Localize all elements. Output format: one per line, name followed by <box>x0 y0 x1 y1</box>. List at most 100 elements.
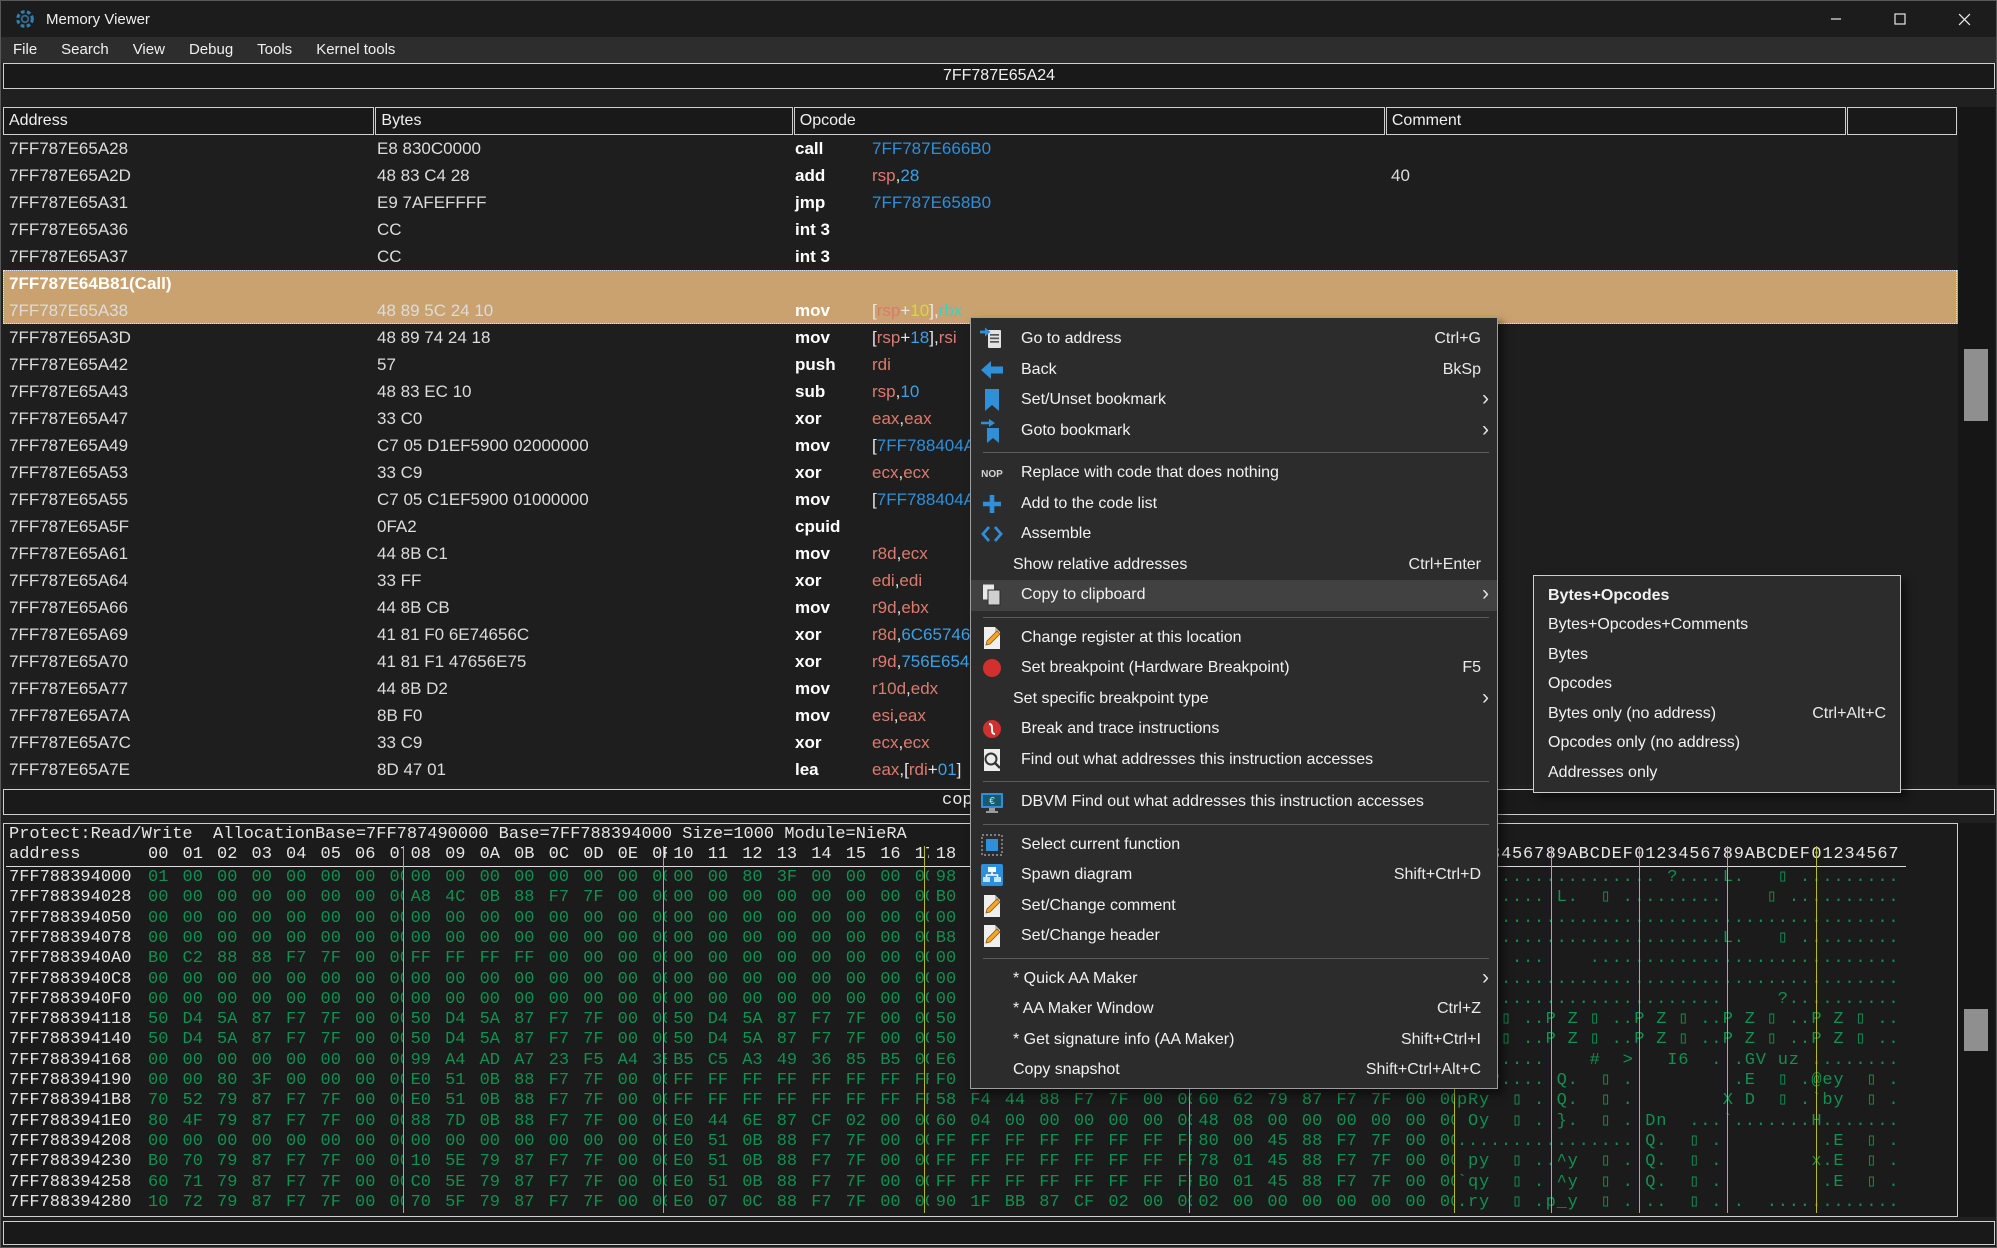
menubar-item-search[interactable]: Search <box>49 37 121 63</box>
hexview-bytes-group: 48 08 00 00 00 00 00 00 <box>1192 1112 1454 1132</box>
menu-item-shortcut: Ctrl+G <box>1434 330 1481 348</box>
hexview-bytes-group: 00 00 00 00 00 00 00 00 <box>142 909 404 929</box>
menu-item-show-relative-addresses[interactable]: Show relative addressesCtrl+Enter <box>971 550 1497 581</box>
column-header-opcode[interactable]: Opcode <box>794 107 1385 135</box>
hexview-ascii-group: ........ <box>1634 949 1723 969</box>
hexview-bytes-group: 00 00 00 00 00 00 00 00 <box>667 888 929 908</box>
menubar-item-view[interactable]: View <box>121 37 177 63</box>
menu-item-set-change-header[interactable]: Set/Change header <box>971 921 1497 952</box>
hexview-bytes-group: 90 1F BB 87 CF 02 00 00 <box>930 1193 1192 1213</box>
instruction-mnemonic: add <box>795 162 825 189</box>
menu-item-copy-to-clipboard[interactable]: Copy to clipboard› <box>971 580 1497 611</box>
instruction-mnemonic: mov <box>795 486 830 513</box>
hexview-scrollbar-thumb[interactable] <box>1964 1009 1988 1051</box>
instruction-address: 7FF787E65A7C <box>9 729 131 756</box>
hexview-bytes-group: E0 51 0B 88 F7 7F 00 00 <box>667 1152 929 1172</box>
hexview-scrollbar[interactable] <box>1958 823 1995 1217</box>
submenu-item-bytes-opcodes[interactable]: Bytes+Opcodes <box>1534 581 1900 611</box>
operand-token: r9d <box>872 598 897 617</box>
hexview-group-separator <box>663 846 664 1213</box>
instruction-bytes: 8B F0 <box>377 702 422 729</box>
operand-token: eax <box>872 409 899 428</box>
hexview-ascii-group: ........ <box>1634 929 1723 949</box>
menubar-item-file[interactable]: File <box>1 37 49 63</box>
hexview-ascii-group: ........ <box>1634 990 1723 1010</box>
column-header-extra[interactable] <box>1847 107 1957 135</box>
menubar-item-debug[interactable]: Debug <box>177 37 245 63</box>
operand-token: rsi <box>939 328 957 347</box>
instruction-bytes: 48 89 74 24 18 <box>377 324 490 351</box>
menu-item-add-to-the-code-list[interactable]: Add to the code list <box>971 489 1497 520</box>
menu-item-back[interactable]: BackBkSp <box>971 355 1497 386</box>
minimize-button[interactable] <box>1804 1 1868 37</box>
column-header-comment[interactable]: Comment <box>1386 107 1846 135</box>
hexview-row-address: 7FF788394028 <box>9 888 131 908</box>
menu-item-assemble[interactable]: Assemble <box>971 519 1497 550</box>
submenu-item-addresses-only[interactable]: Addresses only <box>1534 758 1900 788</box>
hexview-row[interactable]: 7FF78839420800 00 00 00 00 00 00 0000 00… <box>4 1132 1957 1152</box>
menu-item-label: Assemble <box>1021 525 1091 543</box>
menu-item-dbvm-find-out-what-addresses-this-instruction-accesses[interactable]: €DBVM Find out what addresses this instr… <box>971 787 1497 818</box>
menu-item-replace-with-code-that-does-nothing[interactable]: NOPReplace with code that does nothing <box>971 458 1497 489</box>
disassembly-function-header-row[interactable]: 7FF787E64B81(Call) <box>3 270 1958 297</box>
hexview-row[interactable]: 7FF7883941B870 52 79 87 F7 7F 00 00E0 51… <box>4 1091 1957 1111</box>
hexview-ascii-group: ........ <box>1811 929 1900 949</box>
menu-item-set-change-comment[interactable]: Set/Change comment <box>971 891 1497 922</box>
current-address-bar[interactable]: 7FF787E65A24 <box>3 63 1995 89</box>
operand-token: + <box>928 760 938 779</box>
submenu-item-bytes[interactable]: Bytes <box>1534 640 1900 670</box>
menu-item-copy-snapshot[interactable]: Copy snapshotShift+Ctrl+Alt+C <box>971 1055 1497 1086</box>
hexview-ascii-group <box>1723 1152 1812 1172</box>
disassembly-row[interactable]: 7FF787E65A2D48 83 C4 28addrsp,2840 <box>3 162 1958 189</box>
disassembler-scrollbar-thumb[interactable] <box>1964 349 1988 421</box>
hexview-ascii-group: ........ <box>1811 888 1900 908</box>
hexview-ascii-group <box>1634 1071 1723 1091</box>
operand-token: edx <box>911 679 938 698</box>
menu-item-go-to-address[interactable]: Go to addressCtrl+G <box>971 324 1497 355</box>
hexview-bytes-group: 00 00 80 3F 00 00 00 00 <box>667 868 929 888</box>
menu-item-shortcut: F5 <box>1462 659 1481 677</box>
hexview-row[interactable]: 7FF788394230B0 70 79 87 F7 7F 00 0010 5E… <box>4 1152 1957 1172</box>
submenu-item-opcodes-only-no-address[interactable]: Opcodes only (no address) <box>1534 729 1900 759</box>
hexview-ascii-group <box>1723 1173 1812 1193</box>
menu-item-set-specific-breakpoint-type[interactable]: Set specific breakpoint type› <box>971 684 1497 715</box>
column-header-address[interactable]: Address <box>3 107 374 135</box>
disassembly-row[interactable]: 7FF787E65A31E9 7AFEFFFFjmp7FF787E658B0 <box>3 189 1958 216</box>
menu-item-shortcut: BkSp <box>1443 361 1481 379</box>
hexview-row[interactable]: 7FF78839425860 71 79 87 F7 7F 00 00C0 5E… <box>4 1173 1957 1193</box>
operand-token: 6C65746 <box>901 625 970 644</box>
disassembly-row[interactable]: 7FF787E65A28E8 830C0000call7FF787E666B0 <box>3 135 1958 162</box>
menu-item-quick-aa-maker[interactable]: * Quick AA Maker› <box>971 964 1497 995</box>
hexview-row[interactable]: 7FF78839428010 72 79 87 F7 7F 00 0070 5F… <box>4 1193 1957 1213</box>
disassembly-row[interactable]: 7FF787E65A37CCint 3 <box>3 243 1958 270</box>
column-header-bytes[interactable]: Bytes <box>375 107 792 135</box>
hexview-ascii-group: ........ <box>1546 868 1635 888</box>
maximize-button[interactable] <box>1868 1 1932 37</box>
menu-item-spawn-diagram[interactable]: Spawn diagramShift+Ctrl+D <box>971 860 1497 891</box>
close-button[interactable] <box>1932 1 1996 37</box>
menubar-item-kernel-tools[interactable]: Kernel tools <box>304 37 407 63</box>
menu-item-select-current-function[interactable]: Select current function <box>971 830 1497 861</box>
instruction-address: 7FF787E65A5F <box>9 513 129 540</box>
menubar-item-tools[interactable]: Tools <box>245 37 304 63</box>
menu-item-set-breakpoint-hardware-breakpoint[interactable]: Set breakpoint (Hardware Breakpoint)F5 <box>971 653 1497 684</box>
window-title: Memory Viewer <box>46 11 150 28</box>
disassembler-scrollbar[interactable] <box>1958 107 1995 785</box>
submenu-item-opcodes[interactable]: Opcodes <box>1534 670 1900 700</box>
menu-item-get-signature-info-aa-maker[interactable]: * Get signature info (AA Maker)Shift+Ctr… <box>971 1025 1497 1056</box>
submenu-item-bytes-only-no-address[interactable]: Bytes only (no address)Ctrl+Alt+C <box>1534 699 1900 729</box>
operand-token: edi <box>899 571 922 590</box>
submenu-item-bytes-opcodes-comments[interactable]: Bytes+Opcodes+Comments <box>1534 611 1900 641</box>
hexview-ascii-group: ^y ▯ . <box>1546 1173 1635 1193</box>
instruction-operands: r8d,ecx <box>872 540 928 567</box>
disassembly-row[interactable]: 7FF787E65A36CCint 3 <box>3 216 1958 243</box>
menu-item-change-register-at-this-location[interactable]: Change register at this location <box>971 623 1497 654</box>
menu-item-goto-bookmark[interactable]: Goto bookmark› <box>971 416 1497 447</box>
instruction-address: 7FF787E65A69 <box>9 621 128 648</box>
hexview-bytes-group: FF FF FF FF FF FF FF FF <box>930 1173 1192 1193</box>
hexview-row[interactable]: 7FF7883941E080 4F 79 87 F7 7F 00 0088 7D… <box>4 1112 1957 1132</box>
menu-item-set-unset-bookmark[interactable]: Set/Unset bookmark› <box>971 385 1497 416</box>
menu-item-break-and-trace-instructions[interactable]: Break and trace instructions <box>971 714 1497 745</box>
menu-item-aa-maker-window[interactable]: * AA Maker WindowCtrl+Z <box>971 994 1497 1025</box>
menu-item-find-out-what-addresses-this-instruction-accesses[interactable]: Find out what addresses this instruction… <box>971 745 1497 776</box>
